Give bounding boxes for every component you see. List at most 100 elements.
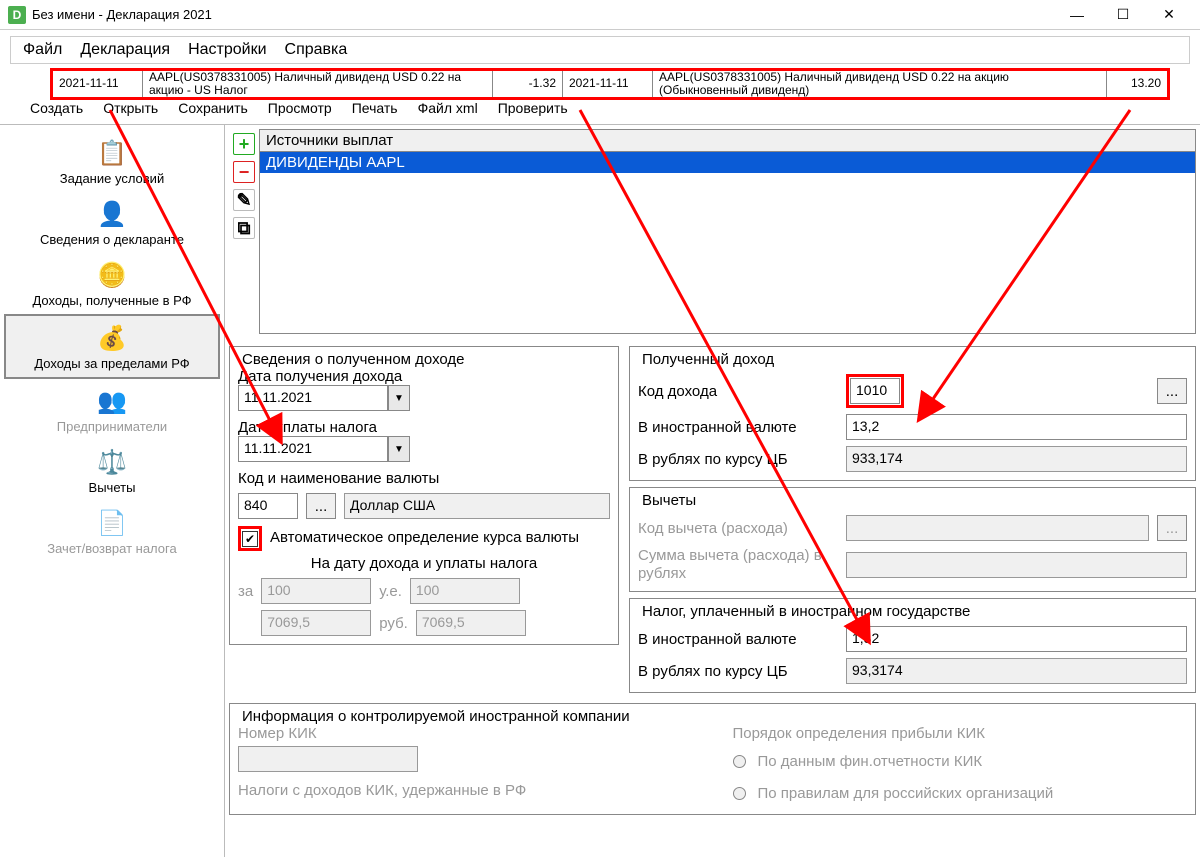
menu-help[interactable]: Справка xyxy=(285,41,348,59)
person-icon: 👤 xyxy=(92,198,132,230)
strip-desc1: AAPL(US0378331005) Наличный дивиденд USD… xyxy=(143,71,493,97)
date-tax-dropdown[interactable]: ▼ xyxy=(388,436,410,462)
foreign-tax-fieldset: Налог, уплаченный в иностранном государс… xyxy=(629,598,1196,693)
strip-date1: 2021-11-11 xyxy=(53,71,143,97)
auto-rate-label: Автоматическое определение курса валюты xyxy=(270,529,579,547)
tax-fx-label: В иностранной валюте xyxy=(638,631,838,648)
income-rub-label: В рублях по курсу ЦБ xyxy=(638,451,838,468)
minimize-button[interactable]: — xyxy=(1054,0,1100,30)
kik-order-label: Порядок определения прибыли КИК xyxy=(733,725,1188,742)
main-panel: + − ✎ ⧉ Источники выплат ДИВИДЕНДЫ AAPL … xyxy=(225,125,1200,857)
toolbar-save[interactable]: Сохранить xyxy=(178,100,248,116)
income-fx-input[interactable]: 13,2 xyxy=(846,414,1187,440)
date-tax-input[interactable]: 11.11.2021 xyxy=(238,436,388,462)
income-code-label: Код дохода xyxy=(638,383,838,400)
sidebar-item-label: Сведения о декларанте xyxy=(6,232,218,247)
date-income-label: Дата получения дохода xyxy=(238,368,610,385)
kik-option2-radio xyxy=(733,787,746,800)
window-title: Без имени - Декларация 2021 xyxy=(32,7,1054,22)
sidebar-item-income-foreign[interactable]: 💰 Доходы за пределами РФ xyxy=(4,314,220,379)
annotation-data-strip: 2021-11-11 AAPL(US0378331005) Наличный д… xyxy=(50,68,1170,100)
sidebar-item-label: Доходы, полученные в РФ xyxy=(6,293,218,308)
toolbar: Создать Открыть Сохранить Просмотр Печат… xyxy=(0,98,1200,125)
coins-icon: 🪙 xyxy=(92,259,132,291)
sidebar-item-label: Доходы за пределами РФ xyxy=(8,356,216,371)
kik-option1-label: По данным фин.отчетности КИК xyxy=(758,753,983,770)
toolbar-open[interactable]: Открыть xyxy=(103,100,158,116)
rub1-input: 7069,5 xyxy=(261,610,371,636)
sidebar-item-income-rf[interactable]: 🪙 Доходы, полученные в РФ xyxy=(4,253,220,314)
rub2-input: 7069,5 xyxy=(416,610,526,636)
sidebar-item-label: Задание условий xyxy=(6,171,218,186)
tax-rub-value: 93,3174 xyxy=(846,658,1187,684)
ue-input: 100 xyxy=(410,578,520,604)
close-button[interactable]: ✕ xyxy=(1146,0,1192,30)
ue-label: у.е. xyxy=(379,583,402,600)
sources-header: Источники выплат xyxy=(260,130,1195,152)
maximize-button[interactable]: ☐ xyxy=(1100,0,1146,30)
strip-date2: 2021-11-11 xyxy=(563,71,653,97)
deductions-fieldset: Вычеты Код вычета (расхода) ... Сумма вы… xyxy=(629,487,1196,592)
income-code-select-button[interactable]: ... xyxy=(1157,378,1187,404)
source-row-selected[interactable]: ДИВИДЕНДЫ AAPL xyxy=(260,152,1195,173)
menu-declaration[interactable]: Декларация xyxy=(80,41,170,59)
copy-source-button[interactable]: ⧉ xyxy=(233,217,255,239)
tax-rub-label: В рублях по курсу ЦБ xyxy=(638,663,838,680)
sidebar-item-label: Предприниматели xyxy=(6,419,218,434)
title-bar: D Без имени - Декларация 2021 — ☐ ✕ xyxy=(0,0,1200,30)
income-fx-label: В иностранной валюте xyxy=(638,419,838,436)
calculator-icon: ⚖️ xyxy=(92,446,132,478)
remove-source-button[interactable]: − xyxy=(233,161,255,183)
toolbar-print[interactable]: Печать xyxy=(352,100,398,116)
income-details-legend: Сведения о полученном доходе xyxy=(238,351,469,368)
conditions-icon: 📋 xyxy=(92,137,132,169)
sidebar-item-deductions[interactable]: ⚖️ Вычеты xyxy=(4,440,220,501)
sidebar-item-entrepreneurs: 👥 Предприниматели xyxy=(4,379,220,440)
kik-number-input xyxy=(238,746,418,772)
toolbar-create[interactable]: Создать xyxy=(30,100,83,116)
kik-fieldset: Информация о контролируемой иностранной … xyxy=(229,703,1196,815)
sidebar-item-declarant[interactable]: 👤 Сведения о декларанте xyxy=(4,192,220,253)
rate-header: На дату дохода и уплаты налога xyxy=(238,555,610,572)
sidebar-item-conditions[interactable]: 📋 Задание условий xyxy=(4,131,220,192)
menu-file[interactable]: Файл xyxy=(23,41,62,59)
app-icon: D xyxy=(8,6,26,24)
sidebar: 📋 Задание условий 👤 Сведения о декларант… xyxy=(0,125,225,857)
za-label: за xyxy=(238,583,253,600)
money-bag-icon: 💰 xyxy=(92,322,132,354)
currency-label: Код и наименование валюты xyxy=(238,470,610,487)
auto-rate-checkbox[interactable]: ✔ xyxy=(242,531,258,547)
deduction-sum-input xyxy=(846,552,1187,578)
menu-settings[interactable]: Настройки xyxy=(188,41,266,59)
deduction-code-select-button: ... xyxy=(1157,515,1187,541)
toolbar-preview[interactable]: Просмотр xyxy=(268,100,332,116)
edit-source-button[interactable]: ✎ xyxy=(233,189,255,211)
toolbar-check[interactable]: Проверить xyxy=(498,100,568,116)
strip-amount1: -1.32 xyxy=(493,71,563,97)
date-income-input[interactable]: 11.11.2021 xyxy=(238,385,388,411)
add-source-button[interactable]: + xyxy=(233,133,255,155)
currency-code-input[interactable]: 840 xyxy=(238,493,298,519)
auto-rate-highlight: ✔ xyxy=(238,526,262,551)
document-icon: 📄 xyxy=(92,507,132,539)
sidebar-item-label: Зачет/возврат налога xyxy=(6,541,218,556)
foreign-tax-legend: Налог, уплаченный в иностранном государс… xyxy=(638,603,974,620)
toolbar-xml[interactable]: Файл xml xyxy=(418,100,478,116)
received-income-legend: Полученный доход xyxy=(638,351,778,368)
kik-number-label: Номер КИК xyxy=(238,725,693,742)
income-code-input[interactable]: 1010 xyxy=(850,378,900,404)
deduction-code-label: Код вычета (расхода) xyxy=(638,520,838,537)
currency-select-button[interactable]: ... xyxy=(306,493,336,519)
people-icon: 👥 xyxy=(92,385,132,417)
received-income-fieldset: Полученный доход Код дохода 1010 ... В и… xyxy=(629,346,1196,481)
date-income-dropdown[interactable]: ▼ xyxy=(388,385,410,411)
sidebar-item-refund: 📄 Зачет/возврат налога xyxy=(4,501,220,562)
kik-option2-label: По правилам для российских организаций xyxy=(758,785,1054,802)
menu-bar: Файл Декларация Настройки Справка xyxy=(10,36,1190,64)
income-details-fieldset: Сведения о полученном доходе Дата получе… xyxy=(229,346,619,645)
date-tax-label: Дата уплаты налога xyxy=(238,419,610,436)
income-code-highlight: 1010 xyxy=(846,374,904,408)
tax-fx-input[interactable]: 1,32 xyxy=(846,626,1187,652)
deduction-code-input xyxy=(846,515,1149,541)
sources-list[interactable]: Источники выплат ДИВИДЕНДЫ AAPL xyxy=(259,129,1196,334)
